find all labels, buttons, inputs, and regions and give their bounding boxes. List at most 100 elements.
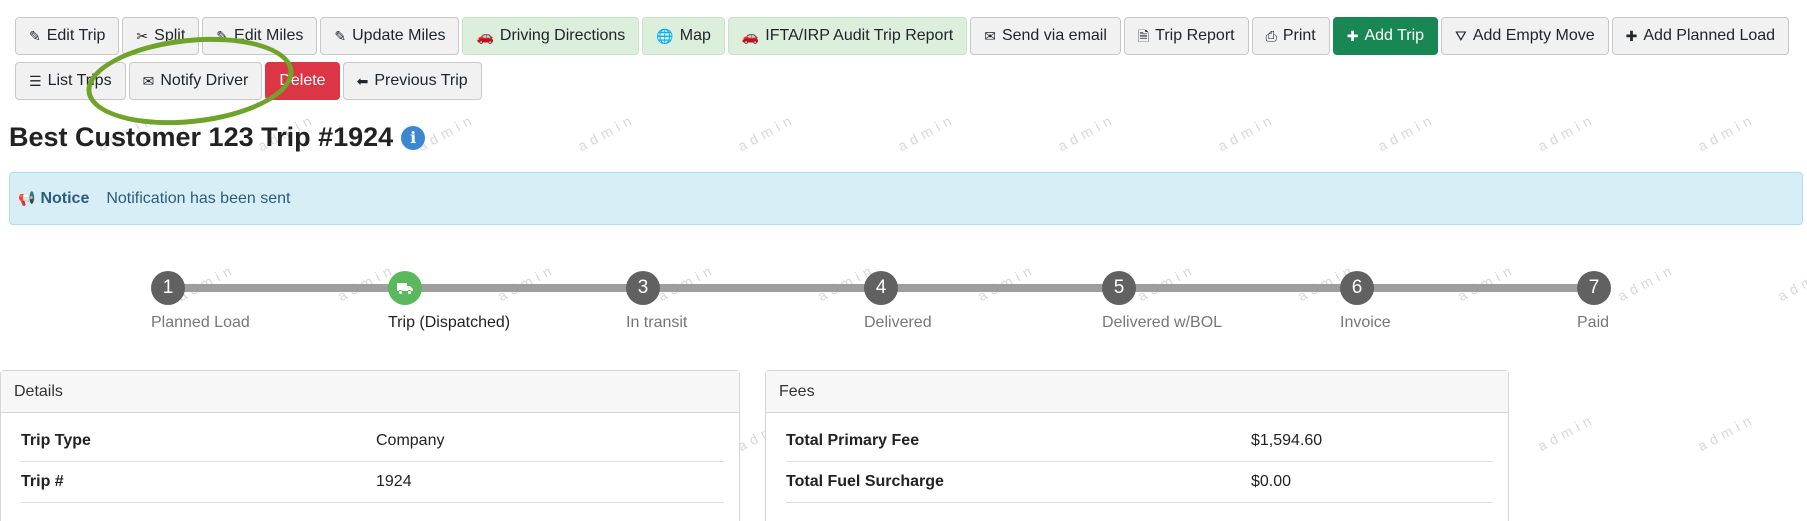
watermark-text: admin [1054,110,1118,155]
send-via-email-label: Send via email [1001,27,1107,44]
split-button[interactable]: ✂ Split [122,17,200,55]
watermark-text: admin [1694,110,1758,155]
delete-button[interactable]: Delete [265,62,340,100]
add-planned-load-button[interactable]: ✚ Add Planned Load [1611,17,1790,55]
watermark-text: admin [1374,110,1438,155]
notify-driver-label: Notify Driver [160,72,249,89]
toolbar-row-2: ☰ List Trips ✉ Notify Driver Delete ⬅ Previ… [15,62,1795,100]
notify-driver-button[interactable]: ✉ Notify Driver [128,62,263,100]
table-row: Total Primary Fee $1,594.60 [786,421,1493,462]
watermark-text: admin [1534,410,1598,455]
notice-message: Notification has been sent [106,189,291,207]
step-label: Trip (Dispatched) [388,314,511,331]
pencil-icon: ✎ [334,28,347,44]
list-trips-button[interactable]: ☰ List Trips [15,62,126,100]
row-key: Total Fuel Surcharge [786,473,944,490]
globe-icon: 🌐 [656,28,674,44]
step-label: Delivered w/BOL [1102,314,1223,331]
add-empty-move-label: Add Empty Move [1472,27,1595,44]
watermark-text: admin [734,110,798,155]
ifta-audit-report-label: IFTA/IRP Audit Trip Report [765,27,954,44]
page-title: Best Customer 123 Trip #1924 i [9,122,426,153]
step-number: 7 [1577,271,1611,305]
map-label: Map [679,27,711,44]
update-miles-button[interactable]: ✎ Update Miles [320,17,460,55]
add-empty-move-button[interactable]: ⛛ Add Empty Move [1441,17,1609,55]
step-label: Invoice [1340,314,1391,331]
row-key: Trip # [21,473,64,490]
list-trips-label: List Trips [47,72,112,89]
fees-table: Total Primary Fee $1,594.60 Total Fuel S… [766,413,1508,503]
notice-label-text: Notice [40,189,90,207]
step-number: 3 [626,271,660,305]
add-planned-load-label: Add Planned Load [1643,27,1776,44]
row-key: Trip Type [21,432,91,449]
car-icon: 🚗 [741,28,760,44]
add-trip-button[interactable]: ✚ Add Trip [1332,17,1439,55]
info-icon[interactable]: i [401,125,426,150]
step-number: 1 [151,271,185,305]
delete-label: Delete [279,72,326,89]
edit-miles-button[interactable]: ✎ Edit Miles [202,17,318,55]
row-value: 1924 [376,473,412,490]
plus-icon: ✚ [1625,28,1638,44]
details-panel: Details Trip Type Company Trip # 1924 [0,370,740,521]
map-button[interactable]: 🌐 Map [642,17,725,55]
send-via-email-button[interactable]: ✉ Send via email [970,17,1121,55]
details-table: Trip Type Company Trip # 1924 [1,413,739,503]
row-value: $0.00 [1251,473,1292,490]
trip-toolbar: ✎ Edit Trip ✂ Split ✎ Edit Miles ✎ Update Mi… [15,17,1795,107]
car-icon: 🚗 [476,28,494,44]
step-number: 5 [1102,271,1136,305]
watermark-text: admin [1214,110,1278,155]
table-row: Trip # 1924 [21,462,724,503]
driving-directions-button[interactable]: 🚗 Driving Directions [462,17,640,55]
table-row: Trip Type Company [21,421,724,462]
pencil-icon: ✎ [216,28,229,44]
list-icon: ☰ [29,73,42,89]
driving-directions-label: Driving Directions [499,27,626,44]
row-value: Company [376,432,445,449]
step-label: Paid [1577,314,1610,331]
page-title-text: Best Customer 123 Trip #1924 [9,122,394,152]
trip-status-steps: 1 Planned Load Trip (Dispatched) 3 In tr… [0,265,1807,345]
trip-report-button[interactable]: 🗎 Trip Report [1123,17,1249,55]
update-miles-label: Update Miles [352,27,446,44]
step-number: 4 [864,271,898,305]
notice-alert: 📢 Notice Notification has been sent [9,172,1803,225]
step-label: Planned Load [151,314,250,331]
truck-icon [388,271,422,305]
trip-report-label: Trip Report [1155,27,1235,44]
watermark-text: admin [1534,110,1598,155]
arrow-left-icon: ⬅ [356,73,369,89]
edit-trip-button[interactable]: ✎ Edit Trip [15,17,120,55]
step-label: In transit [626,314,688,331]
megaphone-icon: 📢 [18,190,36,206]
previous-trip-button[interactable]: ⬅ Previous Trip [342,62,482,100]
split-label: Split [154,27,186,44]
details-panel-title: Details [1,371,739,413]
print-label: Print [1282,27,1316,44]
row-key: Total Primary Fee [786,432,920,449]
watermark-text: admin [574,110,638,155]
pdf-file-icon: 🗎 [1137,28,1150,44]
edit-trip-label: Edit Trip [46,27,106,44]
watermark-text: admin [1694,410,1758,455]
print-button[interactable]: ⎙ Print [1251,17,1330,55]
toolbar-row-1: ✎ Edit Trip ✂ Split ✎ Edit Miles ✎ Update Mi… [15,17,1795,55]
row-value: $1,594.60 [1251,432,1323,449]
printer-icon: ⎙ [1265,28,1277,44]
fees-panel-title: Fees [766,371,1508,413]
edit-miles-label: Edit Miles [234,27,304,44]
step-label: Delivered [864,314,932,331]
ifta-audit-report-button[interactable]: 🚗 IFTA/IRP Audit Trip Report [727,17,968,55]
table-row: Total Fuel Surcharge $0.00 [786,462,1493,503]
previous-trip-label: Previous Trip [374,72,468,89]
plus-icon: ✚ [1346,28,1359,44]
notice-label: 📢 Notice [18,190,89,208]
envelope-icon: ✉ [984,28,996,44]
pencil-icon: ✎ [29,28,41,44]
road-icon: ⛛ [1455,28,1467,44]
fees-panel: Fees Total Primary Fee $1,594.60 Total F… [765,370,1509,521]
add-trip-label: Add Trip [1364,27,1425,44]
